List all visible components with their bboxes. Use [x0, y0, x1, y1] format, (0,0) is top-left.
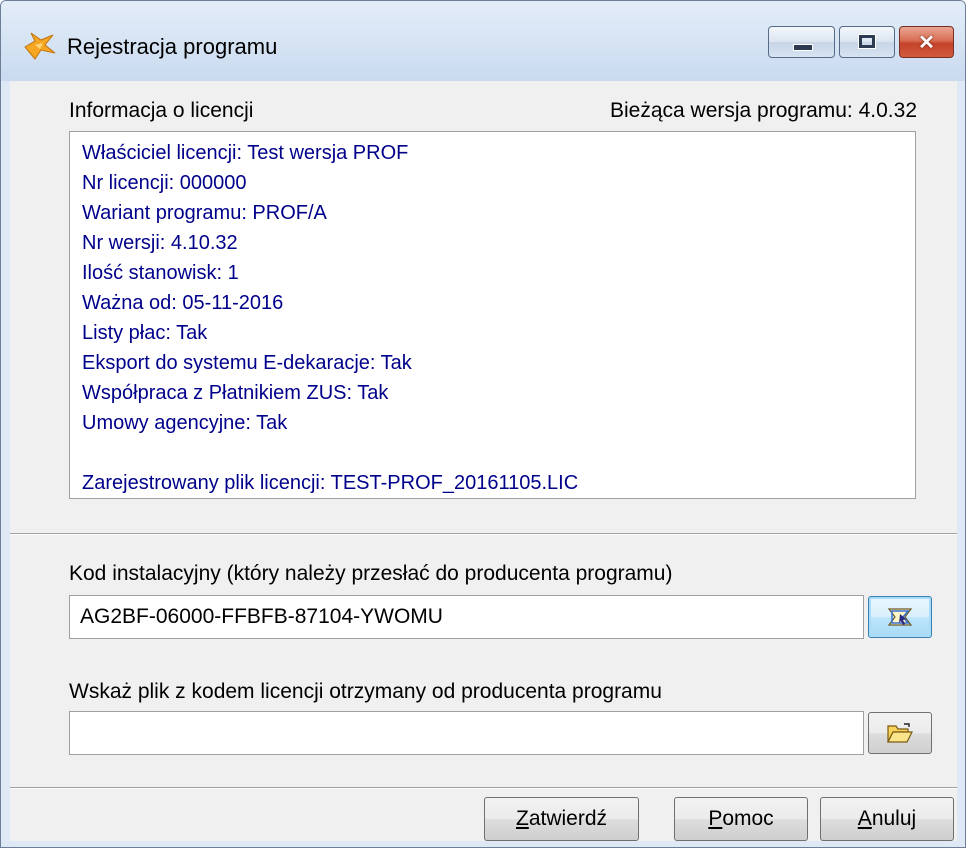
program-variant: Wariant programu: PROF/A: [82, 202, 327, 224]
help-label: omoc: [722, 807, 774, 830]
payroll-lists: Listy płac: Tak: [82, 322, 208, 344]
workstation-count: Ilość stanowisk: 1: [82, 262, 239, 284]
current-version-label: Bieżąca wersja programu: 4.0.32: [610, 99, 917, 122]
cancel-label: nuluj: [871, 807, 917, 830]
title-bar[interactable]: Rejestracja programu ✕: [1, 1, 965, 81]
divider: [10, 787, 957, 789]
minimize-button[interactable]: [768, 26, 835, 58]
browse-license-file-button[interactable]: [868, 712, 932, 754]
confirm-button[interactable]: Zatwierdź: [484, 797, 639, 841]
confirm-accesskey: Z: [515, 807, 529, 830]
license-number: Nr licencji: 000000: [82, 172, 247, 194]
registration-dialog: Rejestracja programu ✕ Informacja o lice…: [0, 0, 966, 848]
registered-license-file: Zarejestrowany plik licencji: TEST-PROF_…: [82, 472, 579, 494]
license-info-box: Właściciel licencji: Test wersja PROF Nr…: [69, 131, 916, 499]
e-declarations-export: Eksport do systemu E-dekaracje: Tak: [82, 352, 412, 374]
license-info-section: Informacja o licencji Bieżąca wersja pro…: [10, 81, 957, 533]
cancel-accesskey: A: [857, 807, 872, 830]
install-code-label: Kod instalacyjny (który należy przesłać …: [69, 562, 673, 585]
valid-from: Ważna od: 05-11-2016: [82, 292, 284, 314]
divider: [10, 533, 957, 535]
app-logo-icon: [24, 32, 56, 60]
license-owner: Właściciel licencji: Test wersja PROF: [82, 142, 409, 164]
close-button[interactable]: ✕: [899, 26, 954, 58]
license-info-label: Informacja o licencji: [69, 99, 254, 122]
install-code-field[interactable]: [69, 595, 864, 639]
open-folder-icon: [887, 723, 913, 743]
close-icon: ✕: [918, 31, 935, 54]
help-button[interactable]: Pomoc: [674, 797, 808, 841]
platnik-zus-cooperation: Współpraca z Płatnikiem ZUS: Tak: [82, 382, 389, 404]
maximize-button[interactable]: [839, 26, 895, 58]
version-number: Nr wersji: 4.10.32: [82, 232, 238, 254]
help-accesskey: P: [708, 807, 723, 830]
dialog-content: Informacja o licencji Bieżąca wersja pro…: [10, 81, 957, 841]
confirm-label: atwierdź: [528, 807, 608, 830]
cancel-button[interactable]: Anuluj: [820, 797, 954, 841]
minimize-icon: [793, 44, 813, 51]
agency-contracts: Umowy agencyjne: Tak: [82, 412, 288, 434]
license-file-field[interactable]: [69, 711, 864, 755]
license-file-label: Wskaż plik z kodem licencji otrzymany od…: [69, 680, 662, 703]
copy-to-clipboard-icon: [887, 608, 913, 626]
copy-install-code-button[interactable]: [868, 596, 932, 638]
window-title: Rejestracja programu: [67, 34, 278, 59]
maximize-icon: [858, 34, 876, 49]
